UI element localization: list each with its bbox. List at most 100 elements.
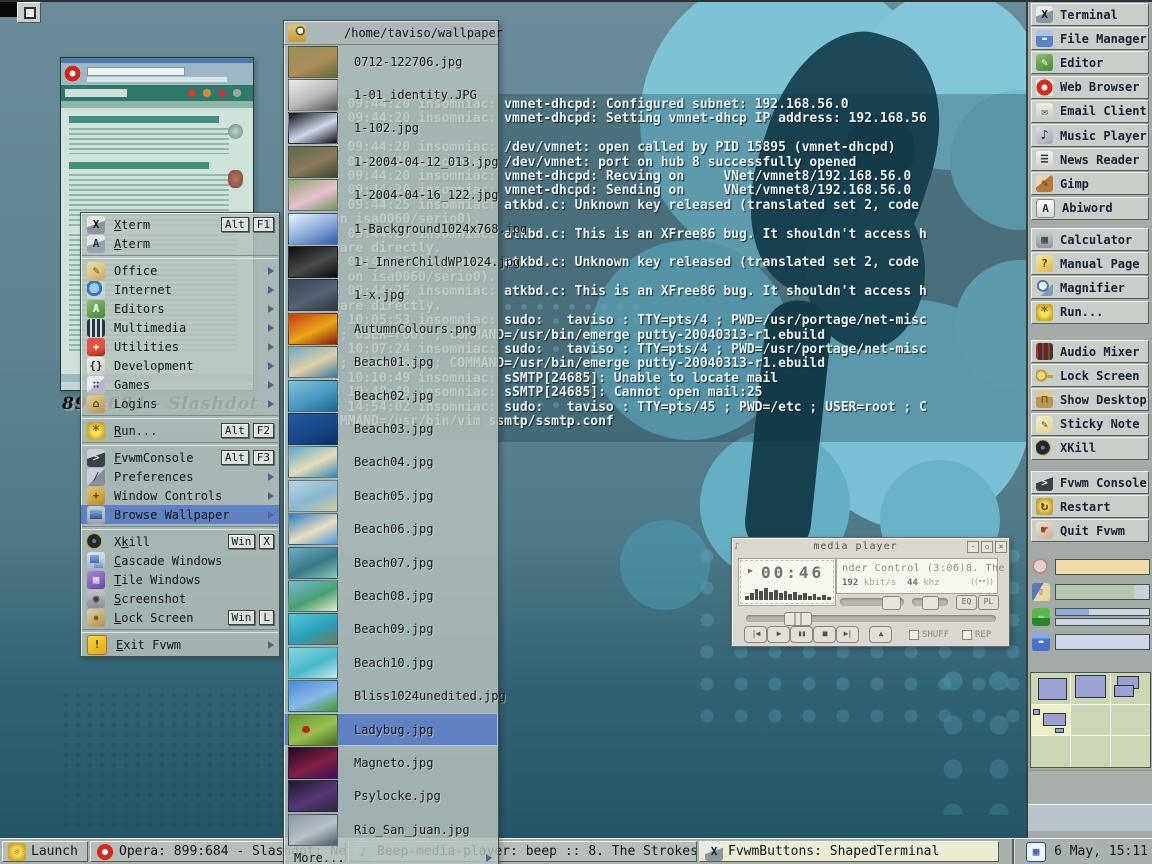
pager-desk-0[interactable]	[1031, 673, 1070, 704]
wallpaper-item-ladybug-jpg[interactable]: Ladybug.jpg	[284, 713, 498, 746]
panel-button-gimp[interactable]: ✎Gimp	[1031, 172, 1149, 195]
menu-item-tile-windows[interactable]: ▦Tile Windows	[81, 570, 279, 589]
media-player-window[interactable]: ♪ media player - ▫ × ▶ 00:46 nder Contro…	[731, 537, 1010, 647]
menu-item-xterm[interactable]: XXtermAltF1	[81, 215, 279, 234]
panel-button-manual-page[interactable]: ?Manual Page	[1031, 252, 1149, 275]
volume-knob[interactable]	[882, 596, 901, 610]
pager-desk-7[interactable]	[1071, 736, 1110, 767]
menu-item-window-controls[interactable]: +Window Controls	[81, 486, 279, 505]
stop-button[interactable]: ■	[813, 626, 836, 643]
panel-button-web-browser[interactable]: Web Browser	[1031, 76, 1149, 99]
menu-item-logins[interactable]: ⌂Logins	[81, 394, 279, 413]
wallpaper-item-beach03-jpg[interactable]: Beach03.jpg	[284, 412, 498, 445]
balance-knob[interactable]	[922, 596, 939, 610]
next-button[interactable]: ▶|	[836, 626, 859, 643]
wallpaper-item-1-background1024x768-jpg[interactable]: 1-Background1024x768.jpg	[284, 212, 498, 245]
wallpaper-item-1-2004-04-12-013-jpg[interactable]: 1-2004-04-12_013.jpg	[284, 145, 498, 178]
menu-item-internet[interactable]: Internet	[81, 280, 279, 299]
pager-window[interactable]	[1114, 685, 1134, 697]
panel-button-music-player[interactable]: ♪Music Player	[1031, 124, 1149, 147]
menu-item-multimedia[interactable]: Multimedia	[81, 318, 279, 337]
eject-button[interactable]: ▲	[869, 626, 892, 643]
pause-button[interactable]: ▮▮	[790, 626, 813, 643]
wallpaper-item-beach01-jpg[interactable]: Beach01.jpg	[284, 346, 498, 379]
panel-button-run[interactable]: *Run...	[1031, 301, 1149, 324]
task-button-3[interactable]: XFvwmButtons: ShapedTerminal	[699, 841, 999, 862]
panel-button-fvwm-console[interactable]: >Fvwm Console	[1031, 471, 1149, 494]
menu-item-fvwmconsole[interactable]: >FvwmConsoleAltF3	[81, 448, 279, 467]
pager-window[interactable]	[1038, 678, 1067, 700]
pager-desk-5[interactable]	[1111, 705, 1150, 736]
pager-desk-1[interactable]	[1071, 673, 1110, 704]
panel-button-restart[interactable]: ↻Restart	[1031, 495, 1149, 518]
wallpaper-item-bliss1024unedited-jpg[interactable]: Bliss1024unedited.jpg	[284, 679, 498, 712]
menu-item-cascade-windows[interactable]: Cascade Windows	[81, 551, 279, 570]
corner-window-button[interactable]	[17, 2, 41, 23]
menu-item-run[interactable]: *Run...AltF2	[81, 421, 279, 440]
panel-button-editor[interactable]: ✎Editor	[1031, 51, 1149, 74]
menu-item-games[interactable]: ∷Games	[81, 375, 279, 394]
wallpaper-item-beach10-jpg[interactable]: Beach10.jpg	[284, 646, 498, 679]
panel-button-lock-screen[interactable]: Lock Screen	[1031, 364, 1149, 387]
wallpaper-item-rio-san-juan-jpg[interactable]: Rio_San_juan.jpg	[284, 813, 498, 846]
pager-window[interactable]	[1075, 675, 1106, 698]
pager-desk-4[interactable]	[1071, 705, 1110, 736]
pager-window[interactable]	[1033, 709, 1040, 715]
wallpaper-item-1-01-identity-jpg[interactable]: 1-01_identity.JPG	[284, 78, 498, 111]
repeat-checkbox[interactable]	[962, 630, 972, 640]
wallpaper-item-beach05-jpg[interactable]: Beach05.jpg	[284, 479, 498, 512]
wallpaper-item-beach07-jpg[interactable]: Beach07.jpg	[284, 546, 498, 579]
panel-button-terminal[interactable]: XTerminal	[1031, 3, 1149, 26]
menu-item-utilities[interactable]: ✚Utilities	[81, 337, 279, 356]
shuffle-toggle[interactable]: SHUFF	[909, 630, 949, 640]
launch-button[interactable]: ☼ Launch	[2, 841, 88, 862]
wallpaper-item-0712-122706-jpg[interactable]: 0712-122706.jpg	[284, 45, 498, 78]
shuffle-checkbox[interactable]	[909, 630, 919, 640]
close-button[interactable]: ×	[995, 541, 1007, 553]
wallpaper-item-beach06-jpg[interactable]: Beach06.jpg	[284, 512, 498, 545]
play-button[interactable]: ▶	[767, 626, 790, 643]
pager-window[interactable]	[1055, 728, 1064, 733]
media-player-titlebar[interactable]: ♪ media player - ▫ ×	[734, 540, 1007, 553]
seek-knob[interactable]	[784, 612, 812, 626]
repeat-toggle[interactable]: REP	[962, 630, 991, 640]
menu-item-browse-wallpaper[interactable]: Browse Wallpaper	[81, 505, 279, 524]
equalizer-button[interactable]: EQ	[956, 595, 977, 610]
wallpaper-item-beach09-jpg[interactable]: Beach09.jpg	[284, 613, 498, 646]
menu-item-lock-screen[interactable]: ●Lock ScreenWinL	[81, 608, 279, 627]
taskbar-clock[interactable]: ▦ 6 May, 15:11	[1026, 841, 1148, 862]
panel-button-news-reader[interactable]: ≡News Reader	[1031, 148, 1149, 171]
wallpaper-item-beach08-jpg[interactable]: Beach08.jpg	[284, 579, 498, 612]
wallpaper-item-beach04-jpg[interactable]: Beach04.jpg	[284, 446, 498, 479]
pager-desk-6[interactable]	[1031, 736, 1070, 767]
wallpaper-item-1-x-jpg[interactable]: 1-x.jpg	[284, 279, 498, 312]
panel-button-xkill[interactable]: XKill	[1031, 437, 1149, 460]
pager-window[interactable]	[1043, 713, 1066, 726]
shade-button[interactable]: ▫	[981, 541, 993, 553]
pager-desk-2[interactable]	[1111, 673, 1150, 704]
panel-button-abiword[interactable]: AAbiword	[1031, 197, 1149, 220]
panel-button-file-manager[interactable]: ▬File Manager	[1031, 27, 1149, 50]
wallpaper-item-autumncolours-png[interactable]: AutumnColours.png	[284, 312, 498, 345]
pager-desk-3[interactable]	[1031, 705, 1070, 736]
menu-item-aterm[interactable]: AAterm	[81, 234, 279, 253]
wallpaper-more-item[interactable]: More...	[284, 846, 498, 864]
pager-desk-8[interactable]	[1111, 736, 1150, 767]
menu-item-xkill[interactable]: XkillWinX	[81, 532, 279, 551]
panel-button-audio-mixer[interactable]: Audio Mixer	[1031, 340, 1149, 363]
panel-button-show-desktop[interactable]: ⊓Show Desktop	[1031, 388, 1149, 411]
wallpaper-item-1-2004-04-16-122-jpg[interactable]: 1-2004-04-16_122.jpg	[284, 179, 498, 212]
menu-item-editors[interactable]: AEditors	[81, 299, 279, 318]
wallpaper-item-1-innerchildwp1024-jpg[interactable]: 1-_InnerChildWP1024.jpg	[284, 245, 498, 278]
desktop-pager[interactable]	[1030, 672, 1151, 768]
wallpaper-item-psylocke-jpg[interactable]: Psylocke.jpg	[284, 780, 498, 813]
previous-button[interactable]: |◀	[744, 626, 767, 643]
menu-item-preferences[interactable]: /Preferences	[81, 467, 279, 486]
menu-item-screenshot[interactable]: ◉Screenshot	[81, 589, 279, 608]
panel-button-magnifier[interactable]: Magnifier	[1031, 276, 1149, 299]
minimize-button[interactable]: -	[967, 541, 979, 553]
panel-button-sticky-note[interactable]: ✎Sticky Note	[1031, 413, 1149, 436]
panel-button-email-client[interactable]: ✉Email Client	[1031, 100, 1149, 123]
wallpaper-item-beach02-jpg[interactable]: Beach02.jpg	[284, 379, 498, 412]
wallpaper-item-magneto-jpg[interactable]: Magneto.jpg	[284, 746, 498, 779]
